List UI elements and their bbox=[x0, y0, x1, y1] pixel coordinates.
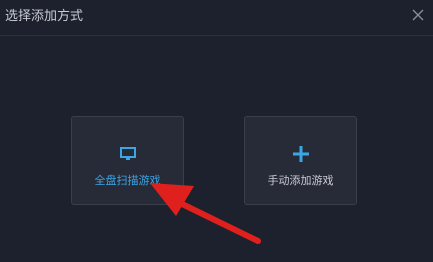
red-arrow-icon bbox=[150, 183, 261, 244]
monitor-icon bbox=[119, 147, 136, 160]
scan-all-games-button[interactable]: 全盘扫描游戏 bbox=[71, 116, 184, 205]
scan-all-games-label: 全盘扫描游戏 bbox=[94, 174, 161, 187]
add-method-dialog: 选择添加方式 全盘扫描游戏 手动添加游戏 bbox=[0, 0, 433, 262]
close-icon[interactable] bbox=[411, 8, 425, 22]
manual-add-game-button[interactable]: 手动添加游戏 bbox=[244, 116, 357, 205]
title-bar: 选择添加方式 bbox=[0, 0, 433, 36]
dialog-title: 选择添加方式 bbox=[5, 9, 84, 24]
plus-icon bbox=[292, 146, 309, 162]
manual-add-game-label: 手动添加游戏 bbox=[267, 174, 334, 187]
